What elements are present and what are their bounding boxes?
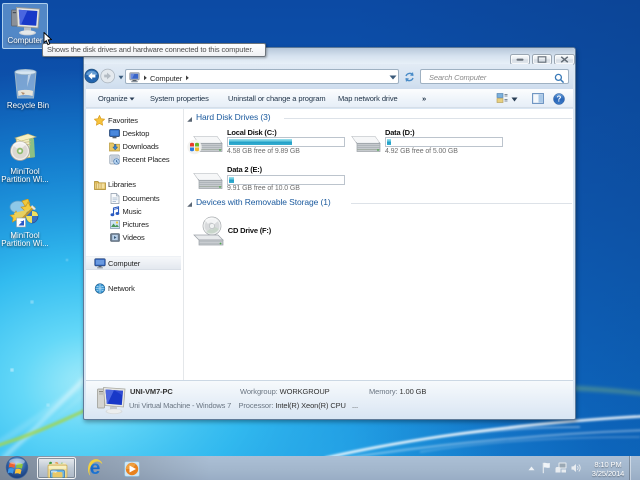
svg-text:?: ? bbox=[557, 94, 562, 103]
